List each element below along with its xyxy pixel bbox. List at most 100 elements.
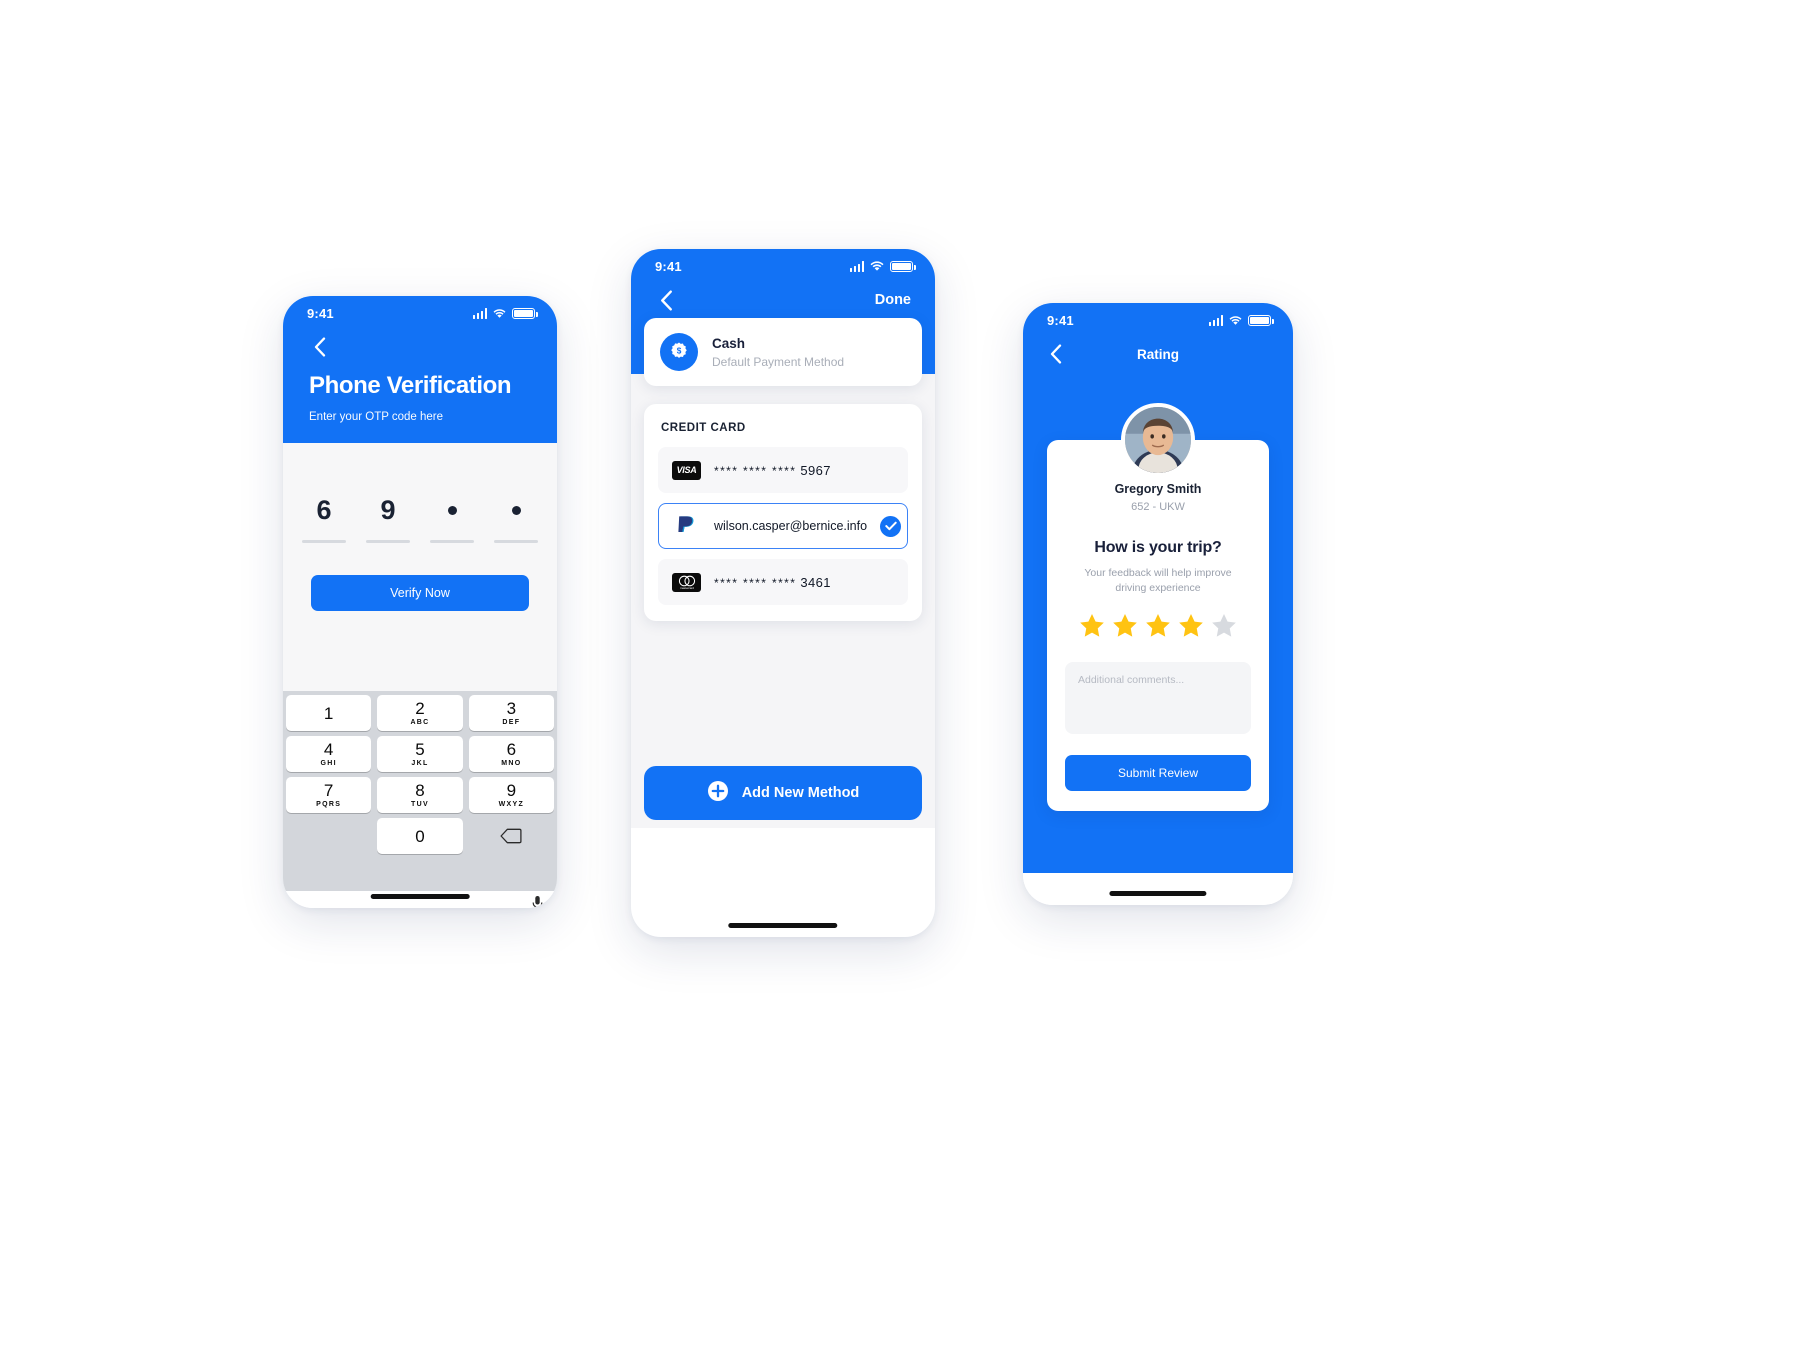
masked-digits: **** **** **** xyxy=(714,463,797,478)
rating-card: Gregory Smith 652 - UKW How is your trip… xyxy=(1047,403,1269,812)
cellular-signal-icon xyxy=(472,307,487,319)
rating-screen: 9:41 Rating Gregory Smith 652 - UKW How … xyxy=(1023,303,1293,905)
rating-footer xyxy=(1023,873,1293,905)
credit-card-section: CREDIT CARD VISA **** **** **** 5967 wil… xyxy=(644,404,922,621)
battery-icon xyxy=(1248,314,1274,326)
wifi-icon xyxy=(1229,315,1242,325)
page-title: Phone Verification xyxy=(309,372,512,399)
key-number: 1 xyxy=(323,703,334,723)
payment-method-row-mastercard[interactable]: mastercard **** **** **** 3461 xyxy=(658,559,908,605)
otp-cell[interactable]: 6 xyxy=(302,493,346,543)
otp-underline xyxy=(302,540,346,543)
key-number: 9 xyxy=(506,781,517,800)
keypad-key-3[interactable]: 3 DEF xyxy=(468,695,554,731)
cash-title: Cash xyxy=(712,335,746,351)
rating-header: 9:41 Rating xyxy=(1023,303,1293,365)
star-1[interactable] xyxy=(1079,613,1105,643)
keypad-key-0[interactable]: 0 xyxy=(377,818,463,854)
page-title: Rating xyxy=(1137,346,1179,362)
wifi-icon xyxy=(493,308,506,318)
payment-method-row-paypal[interactable]: wilson.casper@bernice.info xyxy=(658,503,908,549)
keypad-key-7[interactable]: 7 PQRS xyxy=(286,777,372,813)
cash-payment-row[interactable]: $ Cash Default Payment Method xyxy=(644,318,922,386)
otp-cell[interactable] xyxy=(430,493,474,543)
driver-plate: 652 - UKW xyxy=(1131,501,1185,513)
key-letters: GHI xyxy=(320,760,337,767)
svg-text:$: $ xyxy=(677,346,682,355)
keypad-key-8[interactable]: 8 TUV xyxy=(377,777,463,813)
done-button[interactable]: Done xyxy=(875,292,911,308)
star-rating-row xyxy=(1065,613,1251,643)
star-3[interactable] xyxy=(1145,613,1171,643)
home-indicator xyxy=(1109,891,1207,896)
key-letters: TUV xyxy=(411,801,429,808)
verification-header-body: Phone Verification Enter your OTP code h… xyxy=(283,330,557,423)
verify-now-button[interactable]: Verify Now xyxy=(311,575,529,611)
driver-name: Gregory Smith xyxy=(1114,482,1202,496)
back-icon[interactable] xyxy=(309,336,331,358)
card-number-visa: **** **** **** 5967 xyxy=(714,463,894,478)
star-5[interactable] xyxy=(1211,613,1237,643)
key-number: 8 xyxy=(415,781,425,800)
home-indicator xyxy=(370,894,470,899)
keypad-key-2[interactable]: 2 ABC xyxy=(377,695,463,731)
otp-input-row: 6 9 xyxy=(283,443,557,543)
avatar-photo xyxy=(1125,407,1191,473)
phone-verification-screen: 9:41 Phone Verification Enter your OTP c… xyxy=(283,296,557,908)
add-new-method-button[interactable]: Add New Method xyxy=(644,766,922,820)
otp-underline xyxy=(366,540,410,543)
otp-value: 9 xyxy=(380,494,396,525)
star-2[interactable] xyxy=(1112,613,1138,643)
key-letters: WXYZ xyxy=(498,801,525,808)
keypad-key-4[interactable]: 4 GHI xyxy=(286,736,372,772)
keypad-key-1[interactable]: 1 xyxy=(286,695,372,731)
back-icon[interactable] xyxy=(655,289,677,311)
helper-line-1: Your feedback will help improve xyxy=(1084,567,1232,579)
keypad-delete-key[interactable] xyxy=(469,818,554,854)
rating-helper-text: Your feedback will help improve driving … xyxy=(1065,566,1251,596)
status-bar: 9:41 xyxy=(631,249,935,283)
paypal-email: wilson.casper@bernice.info xyxy=(714,519,868,533)
key-number: 2 xyxy=(415,699,425,718)
status-time: 9:41 xyxy=(307,305,334,321)
svg-text:mastercard: mastercard xyxy=(680,586,694,590)
star-4[interactable] xyxy=(1178,613,1204,643)
card-number-mastercard: **** **** **** 3461 xyxy=(714,575,894,590)
screenshot-canvas: 9:41 Phone Verification Enter your OTP c… xyxy=(0,0,1800,1360)
numeric-keypad: 1 2 ABC 3 DEF 4 GHI 5 JKL 6 MNO 7 PQRS 8… xyxy=(283,691,557,891)
key-number: 7 xyxy=(323,781,334,800)
key-number: 6 xyxy=(506,740,517,759)
status-bar: 9:41 xyxy=(283,296,557,330)
status-time: 9:41 xyxy=(655,258,682,274)
masked-digits: **** **** **** xyxy=(714,575,797,590)
status-icons xyxy=(1208,314,1274,326)
cellular-signal-icon xyxy=(1208,314,1223,326)
battery-icon xyxy=(890,260,916,272)
keypad-key-9[interactable]: 9 WXYZ xyxy=(468,777,554,813)
rating-navbar: Rating xyxy=(1023,337,1293,365)
payment-navbar: Done xyxy=(631,283,935,311)
verification-header: 9:41 Phone Verification Enter your OTP c… xyxy=(283,296,557,443)
cash-text-group: Cash Default Payment Method xyxy=(712,336,844,369)
submit-review-button[interactable]: Submit Review xyxy=(1065,755,1251,792)
otp-cell[interactable]: 9 xyxy=(366,493,410,543)
page-subtitle: Enter your OTP code here xyxy=(309,411,444,423)
check-icon xyxy=(880,515,902,537)
keypad-key-5[interactable]: 5 JKL xyxy=(377,736,463,772)
keypad-grid: 1 2 ABC 3 DEF 4 GHI 5 JKL 6 MNO 7 PQRS 8… xyxy=(286,695,554,854)
otp-value-masked xyxy=(494,493,538,527)
mastercard-icon: mastercard xyxy=(672,572,701,592)
otp-underline xyxy=(494,540,538,543)
key-letters: DEF xyxy=(502,719,521,726)
otp-cell[interactable] xyxy=(494,493,538,543)
card-last4: 5967 xyxy=(800,462,831,478)
payment-method-screen: 9:41 Done P xyxy=(631,249,935,937)
additional-comments-input[interactable] xyxy=(1065,662,1251,735)
otp-body: 6 9 Verify Now xyxy=(283,443,557,691)
microphone-icon[interactable] xyxy=(532,895,543,908)
keypad-key-6[interactable]: 6 MNO xyxy=(468,736,554,772)
visa-icon: VISA xyxy=(672,460,701,480)
cellular-signal-icon xyxy=(849,260,864,272)
avatar xyxy=(1121,403,1195,477)
payment-method-row-visa[interactable]: VISA **** **** **** 5967 xyxy=(658,447,908,493)
